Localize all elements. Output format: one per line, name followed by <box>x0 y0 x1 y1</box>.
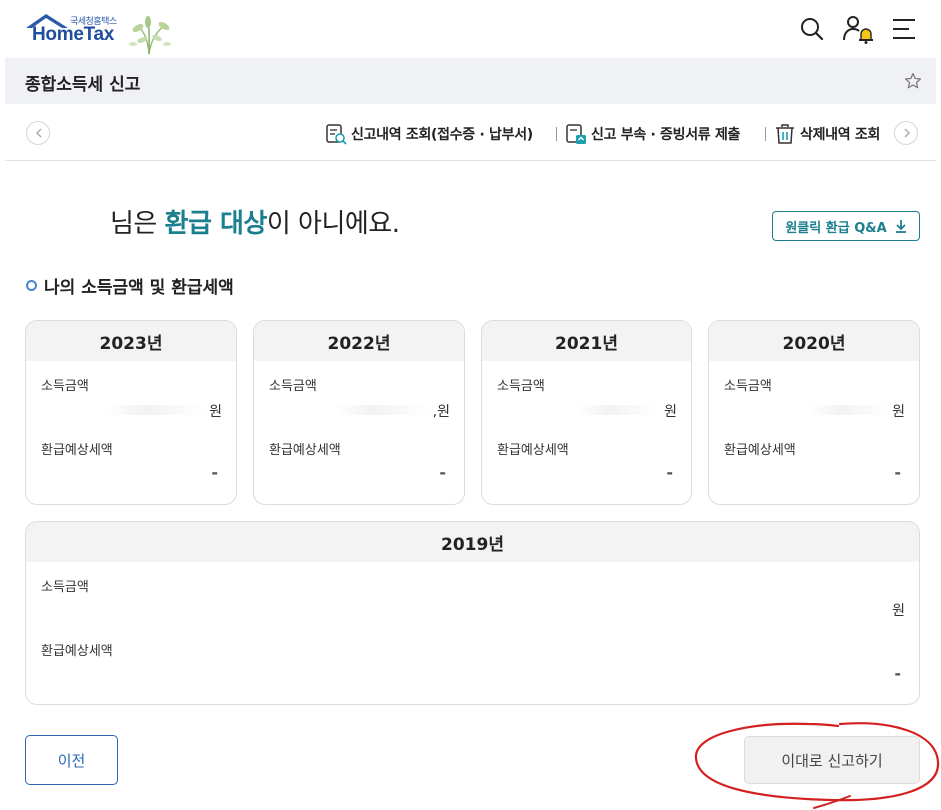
headline-highlight: 환급 대상 <box>164 209 268 239</box>
refund-qa-button[interactable]: 원클릭 환급 Q&A <box>772 211 920 241</box>
refund-label: 환급예상세액 <box>724 443 796 458</box>
nav-prev-button[interactable] <box>26 121 50 145</box>
masked-value <box>106 405 206 415</box>
menu-icon[interactable] <box>888 14 918 44</box>
refund-value: - <box>666 463 673 482</box>
nav-item-filing-history[interactable]: 신고내역 조회(접수증 · 납부서) <box>325 122 533 146</box>
sub-navigation: 신고내역 조회(접수증 · 납부서) 신고 부속 · 증빙서류 제출 삭제내역 … <box>5 104 936 161</box>
nav-item-document-submit[interactable]: 신고 부속 · 증빙서류 제출 <box>565 122 740 146</box>
prev-button[interactable]: 이전 <box>25 735 118 785</box>
year-card-2019: 2019년 소득금액 원 환급예상세액 - <box>25 521 920 705</box>
logo-title: HomeTax <box>32 24 115 45</box>
top-header: 국세청홈택스 HomeTax <box>0 0 941 58</box>
headline-suffix: 이 아니에요. <box>266 209 400 239</box>
year-card-title: 2022년 <box>254 321 464 361</box>
page-title-bar: 종합소득세 신고 <box>5 58 936 104</box>
nav-item-deleted-history[interactable]: 삭제내역 조회 <box>774 122 880 146</box>
year-card-title: 2019년 <box>26 522 919 562</box>
nav-item-label: 신고 부속 · 증빙서류 제출 <box>591 127 741 143</box>
nav-item-label: 삭제내역 조회 <box>800 127 881 143</box>
bullet-icon <box>26 280 37 291</box>
year-card-2020: 2020년 소득금액 원 환급예상세액 - <box>708 320 920 505</box>
document-search-icon <box>326 124 347 145</box>
chevron-left-icon <box>35 128 42 138</box>
income-label: 소득금액 <box>269 379 317 394</box>
masked-value <box>334 405 429 415</box>
masked-value <box>809 405 889 415</box>
year-card-title: 2023년 <box>26 321 236 361</box>
chevron-right-icon <box>904 128 911 138</box>
nav-divider <box>556 127 557 141</box>
refund-value: - <box>894 463 901 482</box>
income-unit: 원 <box>892 603 905 619</box>
refund-status-headline: 님은 환급 대상이 아니에요. <box>110 203 400 240</box>
nav-divider <box>765 127 766 141</box>
refund-label: 환급예상세액 <box>269 443 341 458</box>
qa-button-label: 원클릭 환급 Q&A <box>785 220 887 236</box>
refund-label: 환급예상세액 <box>497 443 569 458</box>
refund-label: 환급예상세액 <box>41 443 113 458</box>
red-circle-annotation <box>694 722 940 809</box>
user-bell-icon[interactable] <box>841 14 873 44</box>
nav-item-label: 신고내역 조회(접수증 · 납부서) <box>351 127 533 143</box>
search-icon[interactable] <box>797 14 827 44</box>
headline-prefix: 님은 <box>110 209 165 239</box>
refund-value: - <box>211 463 218 482</box>
section-title-text: 나의 소득금액 및 환급세액 <box>44 278 234 298</box>
refund-label: 환급예상세액 <box>41 644 113 659</box>
year-card-2022: 2022년 소득금액 ,원 환급예상세액 - <box>253 320 465 505</box>
year-card-2023: 2023년 소득금액 원 환급예상세액 - <box>25 320 237 505</box>
refund-value: - <box>894 664 901 683</box>
year-card-title: 2020년 <box>709 321 919 361</box>
year-card-2021: 2021년 소득금액 원 환급예상세액 - <box>481 320 692 505</box>
year-card-title: 2021년 <box>482 321 691 361</box>
nav-next-button[interactable] <box>894 121 918 145</box>
section-title: 나의 소득금액 및 환급세액 <box>26 273 234 298</box>
trash-icon <box>776 124 794 144</box>
income-unit: 원 <box>209 404 222 420</box>
hometax-logo[interactable]: 국세청홈택스 HomeTax <box>24 12 174 55</box>
plant-icon <box>129 16 171 55</box>
favorite-star-icon[interactable] <box>904 72 922 90</box>
download-icon <box>895 220 906 233</box>
page-title: 종합소득세 신고 <box>25 75 141 95</box>
income-unit: 원 <box>892 404 905 420</box>
income-label: 소득금액 <box>497 379 545 394</box>
masked-value <box>577 405 657 415</box>
income-label: 소득금액 <box>41 580 89 595</box>
refund-value: - <box>439 463 446 482</box>
income-label: 소득금액 <box>724 379 772 394</box>
document-upload-icon <box>566 124 586 144</box>
income-unit: ,원 <box>432 404 450 420</box>
income-unit: 원 <box>664 404 677 420</box>
income-label: 소득금액 <box>41 379 89 394</box>
